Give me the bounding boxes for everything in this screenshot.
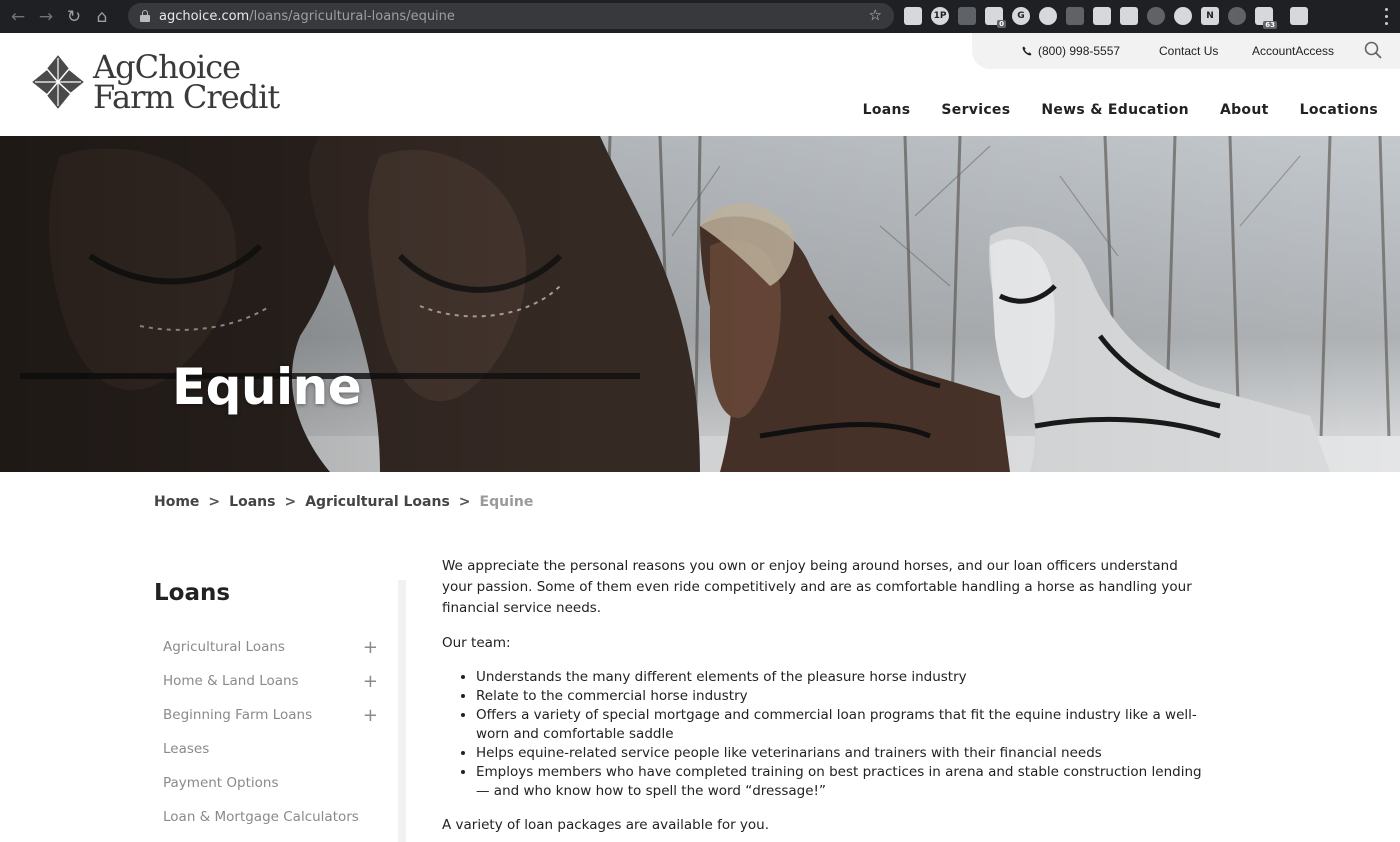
nav-about[interactable]: About [1220, 102, 1269, 118]
hero-banner: Equine [0, 136, 1400, 472]
extension-icon[interactable]: 1P [931, 7, 949, 25]
nav-locations[interactable]: Locations [1300, 102, 1378, 118]
sidebar-item-label: Beginning Farm Loans [163, 707, 313, 723]
intro-paragraph: We appreciate the personal reasons you o… [442, 558, 1192, 616]
sidebar-list: Agricultural Loans + Home & Land Loans + B… [154, 630, 398, 834]
bookmark-star-icon[interactable]: ☆ [869, 6, 882, 24]
extension-icon[interactable] [958, 7, 976, 25]
logo-mark-icon [29, 52, 87, 112]
hero-horses-image [0, 136, 1400, 472]
browser-menu-icon[interactable] [1385, 6, 1388, 27]
sidebar-item-label: Leases [163, 741, 210, 757]
extension-badge: 0 [997, 20, 1006, 28]
extension-icon[interactable] [1228, 7, 1246, 25]
sidebar-item-loan-calculators[interactable]: Loan & Mortgage Calculators [154, 800, 398, 834]
nav-loans[interactable]: Loans [863, 102, 911, 118]
breadcrumb-loans[interactable]: Loans [229, 494, 275, 510]
sidebar-item-home-land-loans[interactable]: Home & Land Loans + [154, 664, 398, 698]
breadcrumb: Home > Loans > Agricultural Loans > Equi… [154, 494, 533, 510]
main-nav: Loans Services News & Education About Lo… [863, 102, 1378, 118]
sidebar-item-leases[interactable]: Leases [154, 732, 398, 766]
list-item: Offers a variety of special mortgage and… [476, 706, 1212, 744]
extension-icon[interactable] [904, 7, 922, 25]
phone-link[interactable]: (800) 998-5557 [1022, 44, 1120, 58]
breadcrumb-separator: > [458, 494, 471, 510]
extension-icon[interactable]: N [1201, 7, 1219, 25]
extension-icon[interactable]: 0 [985, 7, 1006, 28]
extension-icon[interactable] [1093, 7, 1111, 25]
extension-icon[interactable] [1290, 7, 1308, 25]
reload-icon[interactable]: ↻ [60, 0, 88, 33]
dropbox-icon[interactable] [1066, 7, 1084, 25]
list-item: Employs members who have completed train… [476, 763, 1212, 801]
forward-arrow-icon[interactable]: → [32, 0, 60, 33]
contact-us-link[interactable]: Contact Us [1159, 44, 1218, 58]
list-item: Understands the many different elements … [476, 668, 1212, 687]
team-label: Our team: [442, 635, 511, 651]
extension-icon[interactable]: G [1012, 7, 1030, 25]
list-item: Relate to the commercial horse industry [476, 687, 1212, 706]
address-bar[interactable]: agchoice.com/loans/agricultural-loans/eq… [128, 3, 894, 29]
breadcrumb-home[interactable]: Home [154, 494, 199, 510]
sidebar-item-payment-options[interactable]: Payment Options [154, 766, 398, 800]
breadcrumb-separator: > [208, 494, 221, 510]
home-icon[interactable]: ⌂ [88, 0, 116, 33]
extension-icon[interactable] [1120, 7, 1138, 25]
page-title: Equine [172, 358, 362, 416]
lock-icon [140, 10, 150, 22]
plus-icon[interactable]: + [363, 705, 378, 726]
utility-bar: (800) 998-5557 Contact Us AccountAccess [972, 33, 1400, 69]
sidebar-item-agricultural-loans[interactable]: Agricultural Loans + [154, 630, 398, 664]
breadcrumb-agricultural-loans[interactable]: Agricultural Loans [305, 494, 450, 510]
site-header: (800) 998-5557 Contact Us AccountAccess … [0, 33, 1400, 136]
back-arrow-icon[interactable]: ← [4, 0, 32, 33]
breadcrumb-current: Equine [479, 494, 534, 510]
sidebar-item-label: Agricultural Loans [163, 639, 285, 655]
browser-toolbar: ← → ↻ ⌂ agchoice.com/loans/agricultural-… [0, 0, 1400, 33]
nav-services[interactable]: Services [941, 102, 1010, 118]
extension-icon[interactable]: 63 [1255, 7, 1277, 29]
agchoice-logo[interactable]: AgChoice Farm Credit [29, 51, 280, 116]
phone-icon [1022, 46, 1032, 56]
sidebar-heading: Loans [154, 580, 231, 606]
sidebar-item-label: Loan & Mortgage Calculators [163, 809, 359, 825]
sidebar: Loans Agricultural Loans + Home & Land Lo… [154, 580, 406, 842]
plus-icon[interactable]: + [363, 671, 378, 692]
extensions-bar: 1P 0 G N 63 [904, 7, 1308, 29]
extension-icon[interactable] [1039, 7, 1057, 25]
logo-wordmark: AgChoice Farm Credit [93, 51, 280, 116]
team-bullet-list: Understands the many different elements … [476, 668, 1212, 801]
logo-line-2: Farm Credit [93, 78, 280, 116]
extension-icon[interactable] [1147, 7, 1165, 25]
extension-badge: 63 [1263, 21, 1277, 29]
url-text: agchoice.com/loans/agricultural-loans/eq… [159, 8, 455, 24]
closing-paragraph: A variety of loan packages are available… [442, 817, 770, 833]
main-content: We appreciate the personal reasons you o… [442, 556, 1212, 842]
plus-icon[interactable]: + [363, 637, 378, 658]
search-icon[interactable] [1364, 41, 1382, 59]
sidebar-item-label: Home & Land Loans [163, 673, 299, 689]
sidebar-item-label: Payment Options [163, 775, 279, 791]
nav-news-education[interactable]: News & Education [1041, 102, 1189, 118]
sidebar-item-beginning-farm-loans[interactable]: Beginning Farm Loans + [154, 698, 398, 732]
extension-icon[interactable] [1174, 7, 1192, 25]
breadcrumb-separator: > [284, 494, 297, 510]
account-access-link[interactable]: AccountAccess [1252, 44, 1334, 58]
list-item: Helps equine-related service people like… [476, 744, 1212, 763]
